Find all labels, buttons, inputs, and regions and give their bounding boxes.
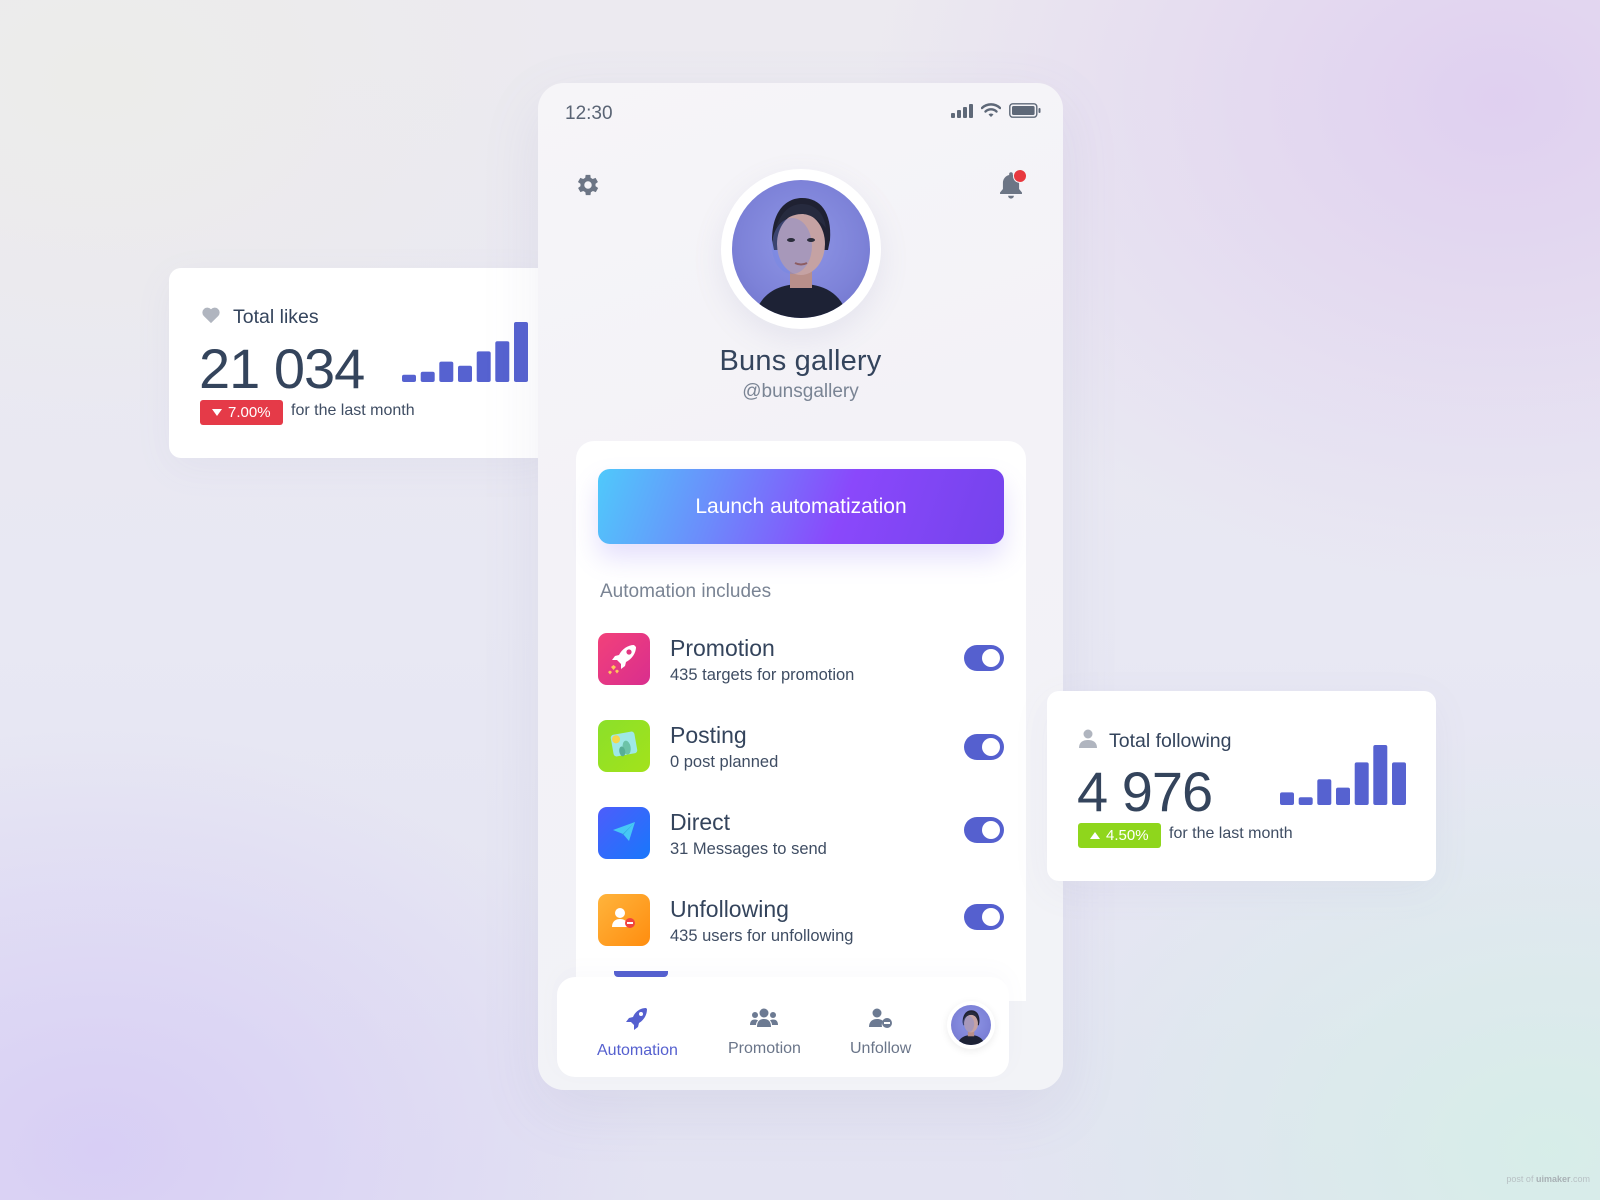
- automation-item-subtitle: 435 targets for promotion: [670, 666, 855, 684]
- bottom-nav: Automation Promotion Unfollow: [557, 971, 1009, 1077]
- chart-bar: [1317, 779, 1332, 805]
- following-chart-svg: [1280, 745, 1406, 805]
- likes-chart-svg: [402, 322, 528, 382]
- heart-icon: [201, 306, 221, 329]
- nav-tab-promotion[interactable]: Promotion: [728, 1007, 801, 1058]
- nav-profile-avatar[interactable]: [947, 1001, 995, 1049]
- avatar-photo: [732, 180, 870, 318]
- total-likes-card: Total likes 21 034 7.00% for the last mo…: [169, 268, 558, 458]
- chart-bar: [420, 371, 435, 382]
- automation-item-title: Unfollowing: [670, 896, 789, 922]
- signal-icon: [951, 103, 973, 123]
- profile-name: Buns gallery: [719, 345, 882, 377]
- following-period-note: for the last month: [1169, 825, 1293, 842]
- battery-icon: [1009, 103, 1041, 123]
- total-likes-value: 21 034: [199, 337, 365, 400]
- total-following-title: Total following: [1109, 730, 1232, 752]
- chart-bar: [439, 361, 454, 382]
- triangle-up-icon: [1090, 827, 1100, 844]
- chart-bar: [1336, 787, 1350, 805]
- direct-toggle[interactable]: [964, 817, 1004, 843]
- avatar-photo-small: [951, 1005, 991, 1045]
- nav-label: Promotion: [728, 1040, 801, 1057]
- automation-item-subtitle: 0 post planned: [670, 753, 779, 771]
- likes-change-value: 7.00%: [228, 404, 271, 421]
- triangle-down-icon: [212, 404, 222, 421]
- nav-tab-unfollow[interactable]: Unfollow: [850, 1007, 911, 1058]
- direct-tile: [598, 807, 650, 859]
- automation-item-unfollowing: Unfollowing 435 users for unfollowing: [598, 894, 1004, 950]
- likes-period-note: for the last month: [291, 402, 415, 419]
- posting-toggle[interactable]: [964, 734, 1004, 760]
- portrait-illustration: [754, 198, 848, 318]
- total-following-value: 4 976: [1077, 760, 1213, 823]
- automation-item-direct: Direct 31 Messages to send: [598, 807, 1004, 863]
- launch-automatization-button[interactable]: Launch automatization: [598, 469, 1004, 544]
- watermark-suffix: .com: [1570, 1174, 1590, 1184]
- chart-bar: [1373, 745, 1388, 805]
- notifications-button[interactable]: [991, 167, 1031, 207]
- nav-label: Automation: [597, 1042, 678, 1059]
- following-change-value: 4.50%: [1106, 827, 1149, 844]
- phone-screen: 12:30 Buns gallery @bunsgallery Launch a…: [538, 83, 1063, 1090]
- rocket-icon: [624, 1007, 650, 1036]
- chart-bar: [458, 365, 472, 382]
- unfollowing-tile: [598, 894, 650, 946]
- watermark-prefix: post of: [1506, 1174, 1536, 1184]
- notification-badge: [1013, 169, 1027, 183]
- user-minus-icon: [868, 1007, 893, 1034]
- automation-item-subtitle: 31 Messages to send: [670, 840, 827, 858]
- portrait-illustration: [957, 1010, 985, 1045]
- total-likes-title: Total likes: [233, 306, 319, 328]
- watermark: post of uimaker.com: [1506, 1174, 1590, 1184]
- chart-bar: [1280, 792, 1294, 805]
- watermark-brand: uimaker: [1535, 1174, 1571, 1184]
- chart-bar: [1298, 797, 1313, 805]
- chart-bar: [476, 351, 491, 382]
- automation-item-promotion: Promotion 435 targets for promotion: [598, 633, 1004, 689]
- automation-item-posting: Posting 0 post planned: [598, 720, 1004, 776]
- chart-bar: [514, 322, 528, 382]
- chart-bar: [1354, 762, 1369, 805]
- promotion-tile: [598, 633, 650, 685]
- paper-plane-icon: [609, 816, 639, 851]
- nav-tab-automation[interactable]: Automation: [597, 1007, 678, 1060]
- total-following-header: Total following: [1079, 729, 1231, 754]
- user-minus-icon: [609, 903, 639, 938]
- chart-bar: [402, 374, 416, 382]
- automation-item-title: Promotion: [670, 635, 775, 661]
- user-icon: [1079, 729, 1097, 754]
- image-icon: [606, 726, 642, 767]
- automation-item-title: Direct: [670, 809, 731, 835]
- automation-section-label: Automation includes: [600, 581, 772, 602]
- chart-bar: [495, 341, 510, 382]
- gear-icon: [574, 171, 602, 204]
- nav-label: Unfollow: [850, 1040, 912, 1057]
- automation-item-subtitle: 435 users for unfollowing: [670, 927, 854, 945]
- status-icons: [951, 103, 1041, 123]
- active-tab-indicator: [614, 971, 668, 977]
- users-icon: [750, 1007, 779, 1034]
- following-bar-chart: [1280, 741, 1406, 805]
- settings-button[interactable]: [570, 169, 606, 205]
- following-change-badge: 4.50%: [1078, 823, 1161, 848]
- chart-bar: [1392, 762, 1406, 805]
- total-likes-header: Total likes: [201, 306, 319, 329]
- profile-avatar[interactable]: [721, 169, 881, 329]
- promotion-toggle[interactable]: [964, 645, 1004, 671]
- posting-tile: [598, 720, 650, 772]
- profile-handle: @bunsgallery: [742, 381, 859, 402]
- wifi-icon: [980, 103, 1002, 123]
- total-following-card: Total following 4 976 4.50% for the last…: [1047, 691, 1436, 881]
- automation-card: Launch automatization Automation include…: [576, 441, 1026, 1001]
- likes-change-badge: 7.00%: [200, 400, 283, 425]
- status-time: 12:30: [565, 103, 613, 124]
- rocket-icon: [604, 637, 644, 682]
- unfollowing-toggle[interactable]: [964, 904, 1004, 930]
- automation-item-title: Posting: [670, 722, 747, 748]
- likes-bar-chart: [402, 318, 528, 382]
